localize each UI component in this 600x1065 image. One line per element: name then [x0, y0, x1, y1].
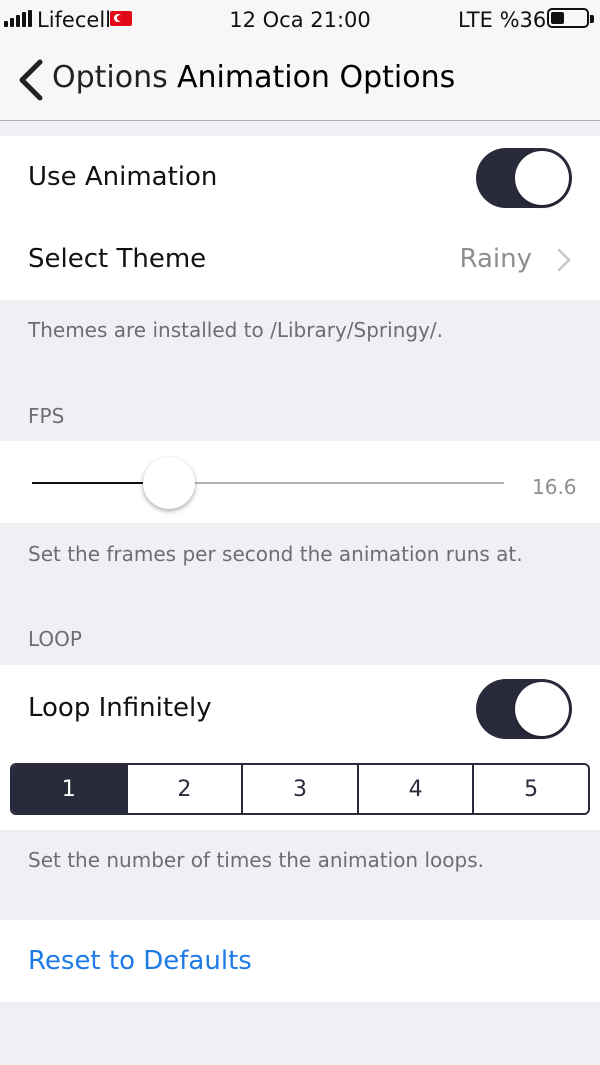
loop-segment-4[interactable]: 4 [356, 765, 473, 813]
reset-row[interactable]: Reset to Defaults [0, 920, 600, 1002]
back-chevron-icon[interactable] [14, 58, 54, 102]
select-theme-row[interactable]: Select Theme Rainy [0, 218, 600, 300]
loop-segment-1[interactable]: 1 [12, 765, 126, 813]
theme-value: Rainy [459, 244, 532, 274]
loop-infinitely-toggle[interactable] [476, 679, 572, 739]
themes-footer: Themes are installed to /Library/Springy… [28, 318, 443, 342]
back-button[interactable]: Options [52, 60, 168, 95]
loop-segment-2[interactable]: 2 [125, 765, 242, 813]
status-bar: Lifecell 12 Oca 21:00 LTE %36 [0, 0, 600, 40]
page-title: Animation Options [177, 60, 456, 95]
network-status: LTE %36 [458, 8, 547, 32]
battery-icon [547, 8, 594, 28]
select-theme-label: Select Theme [28, 244, 207, 274]
loop-footer: Set the number of times the animation lo… [28, 848, 484, 872]
reset-to-defaults-button[interactable]: Reset to Defaults [28, 946, 252, 976]
slider-track-empty [168, 482, 504, 484]
loop-section-header: LOOP [28, 627, 82, 651]
use-animation-row: Use Animation [0, 136, 600, 218]
loop-count-segmented-control: 1 2 3 4 5 [10, 763, 590, 815]
chevron-right-icon [557, 248, 571, 272]
fps-slider-row: 16.6 [0, 441, 600, 523]
loop-segment-5[interactable]: 5 [472, 765, 588, 813]
loop-infinitely-label: Loop Infinitely [28, 693, 212, 723]
toggle-knob [515, 151, 569, 205]
use-animation-label: Use Animation [28, 162, 218, 192]
use-animation-toggle[interactable] [476, 148, 572, 208]
fps-section-header: FPS [28, 404, 65, 428]
toggle-knob [515, 682, 569, 736]
navigation-bar: Options Animation Options [0, 40, 600, 121]
fps-value: 16.6 [532, 475, 577, 499]
fps-slider-thumb[interactable] [142, 457, 195, 509]
fps-footer: Set the frames per second the animation … [28, 542, 523, 566]
loop-segment-3[interactable]: 3 [241, 765, 357, 813]
